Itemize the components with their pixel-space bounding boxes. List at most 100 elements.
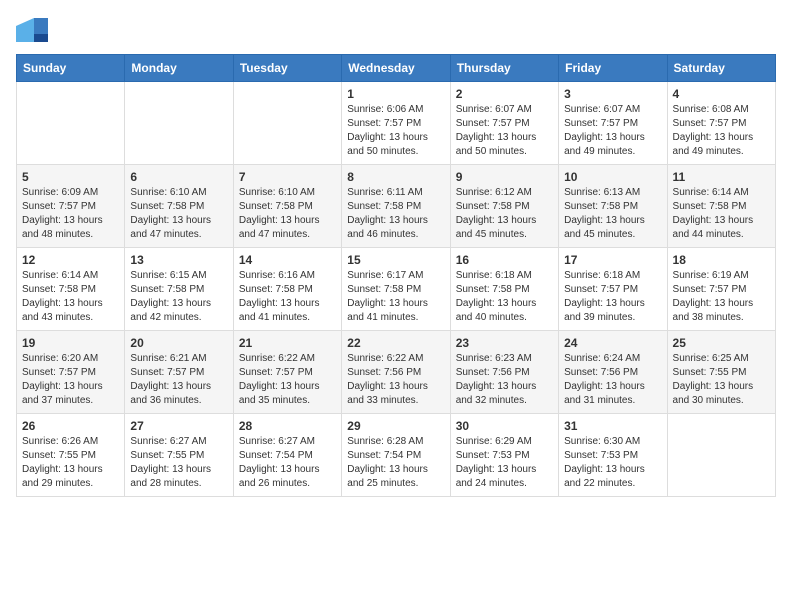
calendar-week-row: 1 Sunrise: 6:06 AM Sunset: 7:57 PM Daylig…	[17, 82, 776, 165]
day-info: Sunrise: 6:07 AM Sunset: 7:57 PM Dayligh…	[564, 103, 661, 159]
day-info: Sunrise: 6:10 AM Sunset: 7:58 PM Dayligh…	[130, 186, 227, 242]
day-info: Sunrise: 6:08 AM Sunset: 7:57 PM Dayligh…	[673, 103, 770, 159]
calendar-cell: 21 Sunrise: 6:22 AM Sunset: 7:57 PM Dayli…	[233, 331, 341, 414]
day-info: Sunrise: 6:29 AM Sunset: 7:53 PM Dayligh…	[456, 435, 553, 491]
day-number: 31	[564, 419, 661, 433]
day-number: 7	[239, 170, 336, 184]
column-header-tuesday: Tuesday	[233, 55, 341, 82]
calendar-cell: 5 Sunrise: 6:09 AM Sunset: 7:57 PM Daylig…	[17, 165, 125, 248]
calendar-cell	[17, 82, 125, 165]
logo-icon	[16, 16, 48, 42]
column-header-wednesday: Wednesday	[342, 55, 450, 82]
calendar-cell: 19 Sunrise: 6:20 AM Sunset: 7:57 PM Dayli…	[17, 331, 125, 414]
day-number: 16	[456, 253, 553, 267]
calendar-cell: 23 Sunrise: 6:23 AM Sunset: 7:56 PM Dayli…	[450, 331, 558, 414]
day-info: Sunrise: 6:22 AM Sunset: 7:57 PM Dayligh…	[239, 352, 336, 408]
day-info: Sunrise: 6:19 AM Sunset: 7:57 PM Dayligh…	[673, 269, 770, 325]
calendar-cell: 14 Sunrise: 6:16 AM Sunset: 7:58 PM Dayli…	[233, 248, 341, 331]
day-number: 6	[130, 170, 227, 184]
calendar-cell: 11Sunrise: 6:14 AM Sunset: 7:58 PM Dayli…	[667, 165, 775, 248]
day-info: Sunrise: 6:18 AM Sunset: 7:58 PM Dayligh…	[456, 269, 553, 325]
calendar-week-row: 12Sunrise: 6:14 AM Sunset: 7:58 PM Dayli…	[17, 248, 776, 331]
calendar-cell	[233, 82, 341, 165]
day-number: 25	[673, 336, 770, 350]
day-number: 4	[673, 87, 770, 101]
day-info: Sunrise: 6:24 AM Sunset: 7:56 PM Dayligh…	[564, 352, 661, 408]
calendar-cell: 2Sunrise: 6:07 AM Sunset: 7:57 PM Daylig…	[450, 82, 558, 165]
day-info: Sunrise: 6:20 AM Sunset: 7:57 PM Dayligh…	[22, 352, 119, 408]
day-info: Sunrise: 6:10 AM Sunset: 7:58 PM Dayligh…	[239, 186, 336, 242]
day-number: 17	[564, 253, 661, 267]
day-number: 10	[564, 170, 661, 184]
calendar-cell: 10 Sunrise: 6:13 AM Sunset: 7:58 PM Dayli…	[559, 165, 667, 248]
calendar-cell: 31 Sunrise: 6:30 AM Sunset: 7:53 PM Dayli…	[559, 414, 667, 497]
column-header-saturday: Saturday	[667, 55, 775, 82]
calendar-cell: 30 Sunrise: 6:29 AM Sunset: 7:53 PM Dayli…	[450, 414, 558, 497]
day-number: 13	[130, 253, 227, 267]
day-number: 28	[239, 419, 336, 433]
calendar-cell	[125, 82, 233, 165]
calendar-cell: 12Sunrise: 6:14 AM Sunset: 7:58 PM Dayli…	[17, 248, 125, 331]
calendar-cell	[667, 414, 775, 497]
calendar-cell: 1 Sunrise: 6:06 AM Sunset: 7:57 PM Daylig…	[342, 82, 450, 165]
calendar-week-row: 5 Sunrise: 6:09 AM Sunset: 7:57 PM Daylig…	[17, 165, 776, 248]
day-info: Sunrise: 6:25 AM Sunset: 7:55 PM Dayligh…	[673, 352, 770, 408]
day-info: Sunrise: 6:09 AM Sunset: 7:57 PM Dayligh…	[22, 186, 119, 242]
column-header-friday: Friday	[559, 55, 667, 82]
calendar-cell: 8Sunrise: 6:11 AM Sunset: 7:58 PM Daylig…	[342, 165, 450, 248]
day-number: 24	[564, 336, 661, 350]
calendar-cell: 7 Sunrise: 6:10 AM Sunset: 7:58 PM Daylig…	[233, 165, 341, 248]
day-info: Sunrise: 6:18 AM Sunset: 7:57 PM Dayligh…	[564, 269, 661, 325]
column-header-thursday: Thursday	[450, 55, 558, 82]
day-number: 22	[347, 336, 444, 350]
calendar-table: SundayMondayTuesdayWednesdayThursdayFrid…	[16, 54, 776, 497]
calendar-cell: 16 Sunrise: 6:18 AM Sunset: 7:58 PM Dayli…	[450, 248, 558, 331]
calendar-cell: 25 Sunrise: 6:25 AM Sunset: 7:55 PM Dayli…	[667, 331, 775, 414]
page-header	[16, 16, 776, 42]
day-info: Sunrise: 6:16 AM Sunset: 7:58 PM Dayligh…	[239, 269, 336, 325]
day-info: Sunrise: 6:21 AM Sunset: 7:57 PM Dayligh…	[130, 352, 227, 408]
day-number: 2	[456, 87, 553, 101]
calendar-cell: 3Sunrise: 6:07 AM Sunset: 7:57 PM Daylig…	[559, 82, 667, 165]
calendar-cell: 9Sunrise: 6:12 AM Sunset: 7:58 PM Daylig…	[450, 165, 558, 248]
calendar-cell: 13 Sunrise: 6:15 AM Sunset: 7:58 PM Dayli…	[125, 248, 233, 331]
day-info: Sunrise: 6:13 AM Sunset: 7:58 PM Dayligh…	[564, 186, 661, 242]
day-number: 23	[456, 336, 553, 350]
day-number: 14	[239, 253, 336, 267]
calendar-cell: 17 Sunrise: 6:18 AM Sunset: 7:57 PM Dayli…	[559, 248, 667, 331]
calendar-cell: 6 Sunrise: 6:10 AM Sunset: 7:58 PM Daylig…	[125, 165, 233, 248]
logo	[16, 16, 50, 42]
day-number: 30	[456, 419, 553, 433]
calendar-cell: 28 Sunrise: 6:27 AM Sunset: 7:54 PM Dayli…	[233, 414, 341, 497]
calendar-week-row: 26 Sunrise: 6:26 AM Sunset: 7:55 PM Dayli…	[17, 414, 776, 497]
calendar-cell: 22Sunrise: 6:22 AM Sunset: 7:56 PM Dayli…	[342, 331, 450, 414]
day-number: 19	[22, 336, 119, 350]
calendar-cell: 24 Sunrise: 6:24 AM Sunset: 7:56 PM Dayli…	[559, 331, 667, 414]
day-info: Sunrise: 6:26 AM Sunset: 7:55 PM Dayligh…	[22, 435, 119, 491]
day-number: 21	[239, 336, 336, 350]
day-info: Sunrise: 6:17 AM Sunset: 7:58 PM Dayligh…	[347, 269, 444, 325]
day-number: 8	[347, 170, 444, 184]
day-number: 12	[22, 253, 119, 267]
day-info: Sunrise: 6:23 AM Sunset: 7:56 PM Dayligh…	[456, 352, 553, 408]
day-number: 15	[347, 253, 444, 267]
day-number: 26	[22, 419, 119, 433]
calendar-cell: 18Sunrise: 6:19 AM Sunset: 7:57 PM Dayli…	[667, 248, 775, 331]
day-number: 1	[347, 87, 444, 101]
day-info: Sunrise: 6:27 AM Sunset: 7:54 PM Dayligh…	[239, 435, 336, 491]
day-info: Sunrise: 6:28 AM Sunset: 7:54 PM Dayligh…	[347, 435, 444, 491]
day-number: 27	[130, 419, 227, 433]
day-info: Sunrise: 6:27 AM Sunset: 7:55 PM Dayligh…	[130, 435, 227, 491]
day-number: 11	[673, 170, 770, 184]
day-info: Sunrise: 6:30 AM Sunset: 7:53 PM Dayligh…	[564, 435, 661, 491]
day-info: Sunrise: 6:15 AM Sunset: 7:58 PM Dayligh…	[130, 269, 227, 325]
day-number: 9	[456, 170, 553, 184]
calendar-cell: 4 Sunrise: 6:08 AM Sunset: 7:57 PM Daylig…	[667, 82, 775, 165]
day-info: Sunrise: 6:06 AM Sunset: 7:57 PM Dayligh…	[347, 103, 444, 159]
calendar-cell: 15 Sunrise: 6:17 AM Sunset: 7:58 PM Dayli…	[342, 248, 450, 331]
calendar-cell: 27 Sunrise: 6:27 AM Sunset: 7:55 PM Dayli…	[125, 414, 233, 497]
day-number: 29	[347, 419, 444, 433]
calendar-cell: 29 Sunrise: 6:28 AM Sunset: 7:54 PM Dayli…	[342, 414, 450, 497]
column-header-sunday: Sunday	[17, 55, 125, 82]
day-number: 5	[22, 170, 119, 184]
